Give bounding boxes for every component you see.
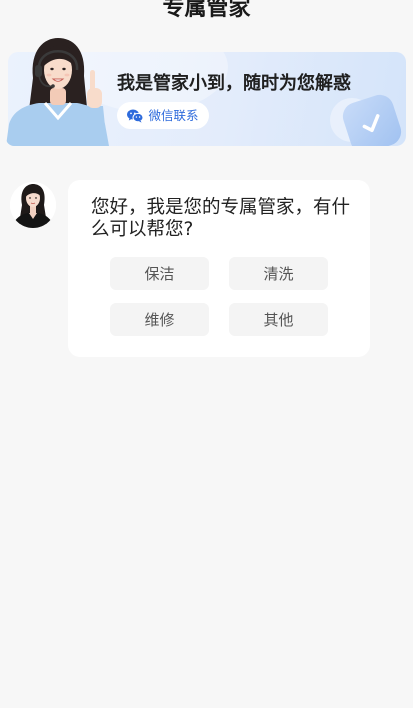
page-title: 专属管家	[162, 0, 251, 21]
chat-bubble: 您好，我是您的专属管家，有什么可以帮您? 保洁 清洗 维修 其他	[68, 180, 370, 357]
assistant-avatar	[10, 182, 56, 228]
wechat-contact-button[interactable]: 微信联系	[117, 102, 209, 129]
greeting-message: 您好，我是您的专属管家，有什么可以帮您?	[91, 197, 351, 240]
assistant-avatar-image	[10, 182, 56, 228]
customer-service-agent-image	[6, 38, 109, 146]
wechat-button-label: 微信联系	[148, 107, 199, 123]
banner-headline: 我是管家小到，随时为您解惑	[117, 73, 351, 94]
option-other-button[interactable]: 其他	[229, 303, 328, 336]
option-washing-button[interactable]: 清洗	[229, 257, 328, 290]
check-icon	[362, 114, 380, 133]
customer-service-illustration	[6, 36, 116, 146]
option-cleaning-button[interactable]: 保洁	[110, 257, 209, 290]
option-repair-button[interactable]: 维修	[110, 303, 209, 336]
service-options: 保洁 清洗 维修 其他	[110, 257, 328, 336]
wechat-icon	[127, 109, 144, 123]
